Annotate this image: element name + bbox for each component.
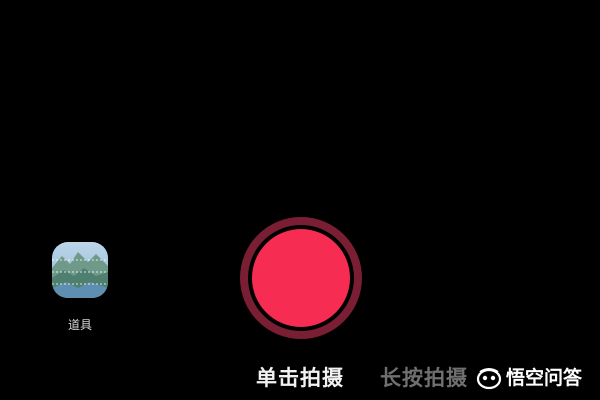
mode-hold-to-shoot[interactable]: 长按拍摄: [380, 366, 476, 390]
record-shutter-button[interactable]: [240, 217, 362, 339]
props-button[interactable]: 道具: [52, 242, 108, 332]
props-label: 道具: [67, 318, 92, 332]
wukong-logo-icon: [476, 368, 502, 390]
props-thumbnail-icon: [52, 242, 108, 298]
watermark-text: 悟空问答: [506, 367, 583, 389]
record-shutter-icon: [252, 229, 350, 327]
mode-tap-to-shoot[interactable]: 单击拍摄: [256, 366, 352, 390]
watermark: 悟空问答: [472, 364, 596, 392]
